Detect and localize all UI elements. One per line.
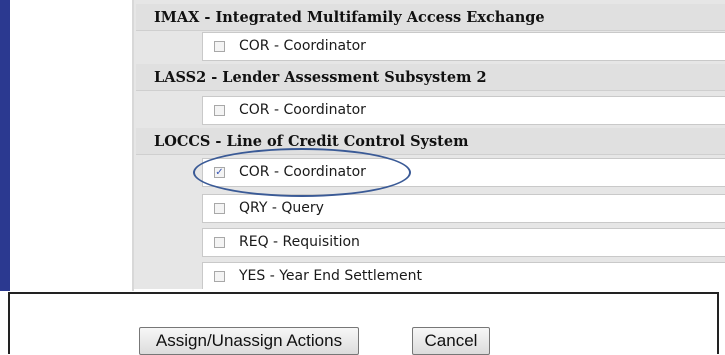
action-row-lass2-cor[interactable]: COR - Coordinator [202,96,725,125]
action-label: REQ - Requisition [239,234,360,250]
assign-unassign-button[interactable]: Assign/Unassign Actions [139,327,359,355]
action-row-loccs-yes[interactable]: YES - Year End Settlement [202,262,725,289]
action-row-imax-cor[interactable]: COR - Coordinator [202,32,725,61]
action-label: YES - Year End Settlement [239,268,422,284]
action-row-loccs-req[interactable]: REQ - Requisition [202,228,725,257]
system-header-loccs: LOCCS - Line of Credit Control System [136,128,725,155]
action-row-loccs-qry[interactable]: QRY - Query [202,194,725,223]
checkbox-loccs-cor[interactable]: ✓ [214,167,225,178]
checkbox-loccs-yes[interactable] [214,271,225,282]
checkbox-loccs-qry[interactable] [214,203,225,214]
action-label: COR - Coordinator [239,164,366,180]
action-row-loccs-cor[interactable]: ✓ COR - Coordinator [202,158,725,187]
action-label: COR - Coordinator [239,102,366,118]
checkbox-imax-cor[interactable] [214,41,225,52]
button-bar: Assign/Unassign Actions Cancel [8,292,719,355]
system-header-lass2: LASS2 - Lender Assessment Subsystem 2 [136,64,725,91]
frame-left-border [0,0,10,291]
checkbox-loccs-req[interactable] [214,237,225,248]
action-label: QRY - Query [239,200,324,216]
action-label: COR - Coordinator [239,38,366,54]
actions-list: IMAX - Integrated Multifamily Access Exc… [134,0,725,289]
cancel-button[interactable]: Cancel [412,327,490,355]
checkbox-lass2-cor[interactable] [214,105,225,116]
left-panel [10,0,132,291]
system-header-imax: IMAX - Integrated Multifamily Access Exc… [136,4,725,31]
